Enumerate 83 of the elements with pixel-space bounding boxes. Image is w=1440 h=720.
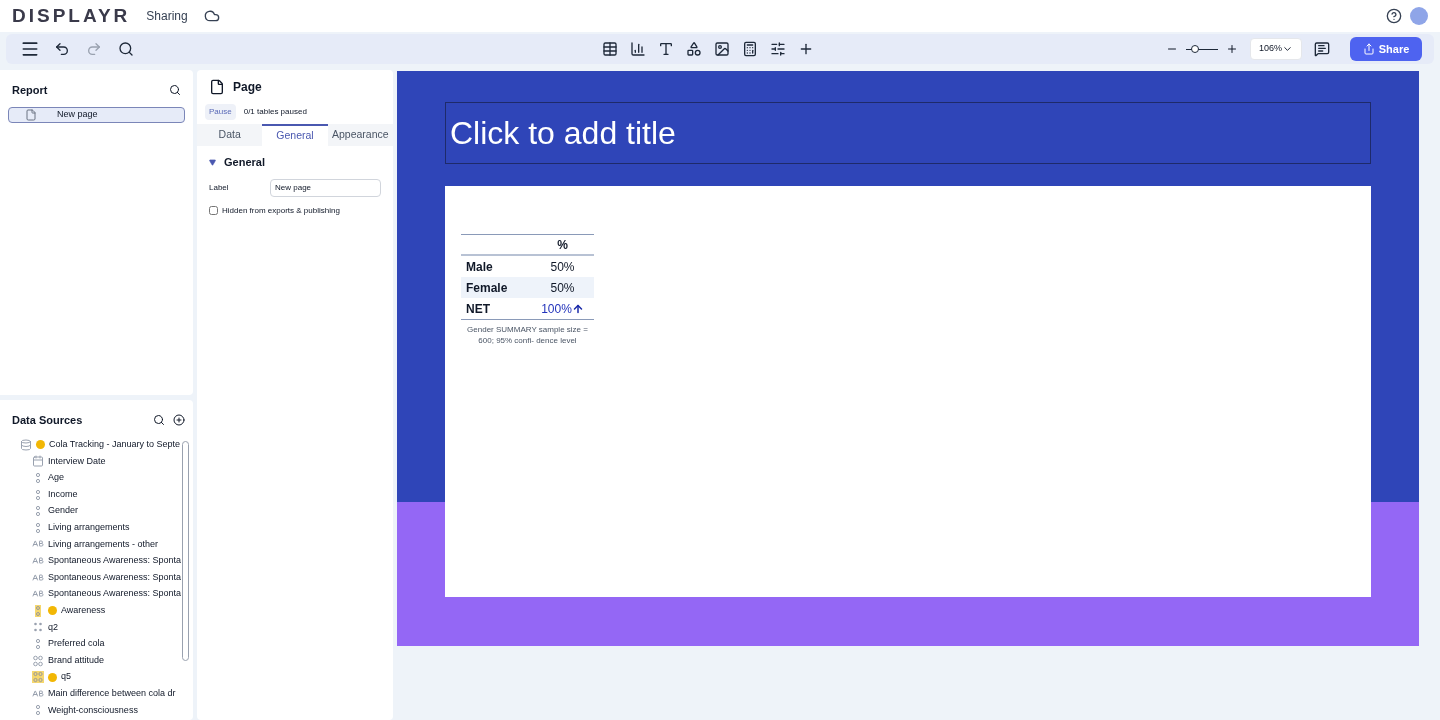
data-source-item[interactable]: Preferred cola [8,635,182,653]
pause-button[interactable]: Pause [205,104,236,120]
app-logo: DISPLAYR [12,3,131,28]
data-source-item[interactable]: Awareness [8,602,182,620]
page-icon [209,79,225,95]
variable-label: Awareness [61,604,106,617]
variable-label: Main difference between cola dr [48,686,176,700]
help-icon[interactable] [1386,8,1402,24]
data-source-item[interactable]: Gender [8,502,182,520]
variable-label: Interview Date [48,454,106,468]
column-header: % [556,236,569,254]
data-source-item[interactable]: Weight-consciousness [8,702,182,719]
data-source-item[interactable]: Living arrangements - other [8,536,182,553]
panel-title: Report [12,83,48,98]
text-variable-icon [32,687,44,700]
share-icon [1362,43,1375,55]
data-source-item[interactable]: q5 [8,668,182,686]
variable-label: Cola Tracking - January to Septe [49,438,181,452]
variable-label: Preferred cola [48,637,105,651]
add-icon[interactable] [173,414,185,427]
variable-label: Income [48,487,78,501]
database-icon [20,438,32,451]
panel-tab[interactable]: Appearance [327,124,393,146]
row-label: NET [465,300,491,318]
data-source-item[interactable]: Spontaneous Awareness: Sponta [8,585,182,603]
cloud-icon [203,8,220,24]
data-source-item[interactable]: Income [8,486,182,503]
page-icon [25,108,37,121]
share-button[interactable]: Share [1350,37,1422,61]
zoom-dropdown[interactable]: 106% [1250,38,1302,60]
zoom-in-icon[interactable] [1226,43,1238,55]
grid-circles-icon [32,654,44,667]
table-cell-text: 50% [550,279,575,297]
text-variable-icon [32,554,44,567]
data-source-item[interactable]: Main difference between cola dr [8,685,182,702]
variable-label: Gender [48,504,79,518]
collapse-icon[interactable] [209,158,216,166]
variable-label: Spontaneous Awareness: Sponta [48,570,181,584]
zoom-slider[interactable] [1186,45,1218,53]
table-cell-text: 100% [541,300,572,318]
panel-tab[interactable]: General [262,124,328,146]
title-placeholder[interactable]: Click to add title [445,102,1371,164]
row-label: Female [461,277,531,298]
data-source-item[interactable]: Cola Tracking - January to Septe [8,436,182,454]
variable-label: Living arrangements - other [48,537,159,551]
page-item[interactable]: New page [8,106,185,123]
data-source-item[interactable]: Living arrangements [8,519,182,537]
document-title: Sharing [146,8,188,25]
variable-label: Spontaneous Awareness: Sponta [48,554,181,568]
data-source-item[interactable]: Spontaneous Awareness: Sponta [8,552,182,570]
table-footer: Gender SUMMARY sample size = 600; 95% confi- dence level [461,324,594,346]
arrow-up-icon [571,302,584,315]
calendar-icon [32,455,44,468]
grid-dots-icon [32,621,44,634]
table-cell-text: 50% [550,258,575,276]
variable-label: Age [48,471,64,485]
section-title: General [224,155,265,170]
row-label: Male [465,258,494,276]
data-source-item[interactable]: Interview Date [8,453,182,470]
data-source-item[interactable]: Age [8,469,182,487]
variable-label: q2 [48,620,58,634]
panel-tab[interactable]: Data [197,124,263,146]
page-label: New page [57,107,98,121]
search-icon[interactable] [169,84,181,97]
checkbox-label: Hidden from exports & publishing [222,204,340,217]
paused-status: 0/1 tables paused [243,106,307,118]
field-label: Label [209,181,230,194]
data-source-item[interactable]: Brand attitude [8,652,182,669]
text-variable-icon [32,571,44,584]
data-source-item[interactable]: q2 [8,619,182,636]
multi-icon [32,604,44,617]
panel-title: Page [233,79,262,96]
hidden-checkbox[interactable] [209,206,218,215]
data-source-item[interactable]: Spontaneous Awareness: Sponta [8,569,182,586]
variable-label: Spontaneous Awareness: Sponta [48,587,181,601]
label-input[interactable]: New page [270,178,381,197]
multi-grid-icon [32,671,44,684]
variable-label: Living arrangements [48,521,130,534]
variable-label: q5 [61,670,71,684]
variable-label: Weight-consciousness [48,703,138,717]
panel-title: Data Sources [12,413,83,428]
variable-label: Brand attitude [48,653,105,667]
search-icon[interactable] [153,414,165,427]
